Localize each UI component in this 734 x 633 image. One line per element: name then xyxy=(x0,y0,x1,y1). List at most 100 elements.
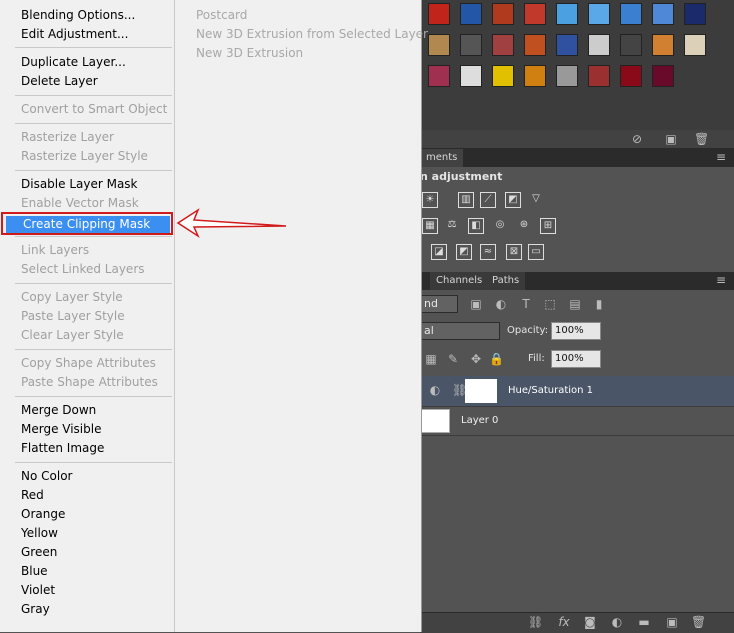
style-swatch[interactable] xyxy=(524,3,546,25)
menu-item-yellow[interactable]: Yellow xyxy=(21,524,58,543)
panel-menu-icon[interactable]: ≡ xyxy=(714,273,728,287)
style-swatch[interactable] xyxy=(492,34,514,56)
lock-pixels-icon[interactable]: ▦ xyxy=(424,352,438,366)
vibrance-icon[interactable]: ▦ xyxy=(422,218,438,234)
invert-icon[interactable]: ◪ xyxy=(431,244,447,260)
trash-icon[interactable]: 🗑 xyxy=(694,132,709,146)
clear-style-icon[interactable]: ⊘ xyxy=(630,132,644,146)
new-layer-icon[interactable]: ▣ xyxy=(665,615,679,629)
fill-field[interactable]: 100% xyxy=(551,350,601,368)
lock-paint-icon[interactable]: ✎ xyxy=(446,352,460,366)
style-swatch[interactable] xyxy=(684,34,706,56)
link-icon[interactable]: ⛓ xyxy=(452,383,467,397)
menu-item-disable-layer-mask[interactable]: Disable Layer Mask xyxy=(21,175,138,194)
folder-icon[interactable]: ▬ xyxy=(637,615,651,629)
style-swatch[interactable] xyxy=(492,3,514,25)
tab-adjustments[interactable]: ments xyxy=(420,149,464,167)
tab-channels[interactable]: Channels xyxy=(430,272,489,290)
shape-filter-icon[interactable]: ⬚ xyxy=(543,297,557,311)
new-style-icon[interactable]: ▣ xyxy=(664,132,678,146)
style-swatch[interactable] xyxy=(428,34,450,56)
exposure-icon[interactable]: ◩ xyxy=(505,192,521,208)
channel-mixer-icon[interactable]: ⊛ xyxy=(516,218,532,234)
menu-item-green[interactable]: Green xyxy=(21,543,57,562)
style-swatch[interactable] xyxy=(620,65,642,87)
style-swatch[interactable] xyxy=(460,34,482,56)
menu-item-merge-down[interactable]: Merge Down xyxy=(21,401,96,420)
menu-item-create-clipping-mask[interactable]: Create Clipping Mask xyxy=(23,215,150,234)
style-swatch[interactable] xyxy=(588,34,610,56)
adjustment-icon[interactable]: ◐ xyxy=(610,615,624,629)
layer-row-hue-saturation[interactable]: ◐ ⛓ Hue/Saturation 1 xyxy=(420,376,734,406)
style-swatch[interactable] xyxy=(428,65,450,87)
style-swatch[interactable] xyxy=(652,34,674,56)
menu-item-blue[interactable]: Blue xyxy=(21,562,48,581)
balance-icon[interactable]: ⚖ xyxy=(444,218,460,234)
layer-name[interactable]: Hue/Saturation 1 xyxy=(508,385,593,396)
brightness-icon[interactable]: ☀ xyxy=(422,192,438,208)
menu-item-merge-visible[interactable]: Merge Visible xyxy=(21,420,101,439)
posterize-icon[interactable]: ◩ xyxy=(456,244,472,260)
color-lookup-icon[interactable]: ⊞ xyxy=(540,218,556,234)
filter-kind-select[interactable]: nd xyxy=(420,295,458,313)
style-swatch[interactable] xyxy=(620,3,642,25)
submenu-item-postcard: Postcard xyxy=(196,8,248,22)
menu-item-orange[interactable]: Orange xyxy=(21,505,65,524)
style-swatch[interactable] xyxy=(684,3,706,25)
mask-icon[interactable]: ◙ xyxy=(583,615,597,629)
menu-item-blending-options[interactable]: Blending Options... xyxy=(21,6,135,25)
menu-item-rasterize-layer-style: Rasterize Layer Style xyxy=(21,149,148,163)
layers-panel: nd ▣ ◐ T ⬚ ▤ ▮ al Opacity: 100% ▦ ✎ ✥ 🔒 … xyxy=(420,290,734,612)
menu-item-paste-shape-attributes: Paste Shape Attributes xyxy=(21,375,158,389)
menu-item-delete-layer[interactable]: Delete Layer xyxy=(21,72,98,91)
menu-item-violet[interactable]: Violet xyxy=(21,581,55,600)
style-swatch[interactable] xyxy=(524,34,546,56)
style-swatch[interactable] xyxy=(556,3,578,25)
menu-item-duplicate-layer[interactable]: Duplicate Layer... xyxy=(21,53,126,72)
link-icon[interactable]: ⛓ xyxy=(528,615,543,629)
selective-color-icon[interactable]: ⊠ xyxy=(506,244,522,260)
menu-item-no-color[interactable]: No Color xyxy=(21,467,72,486)
adjustment-filter-icon[interactable]: ◐ xyxy=(494,297,508,311)
menu-item-flatten-image[interactable]: Flatten Image xyxy=(21,439,104,458)
photo-filter-icon[interactable]: ◎ xyxy=(492,218,508,234)
style-swatch[interactable] xyxy=(460,3,482,25)
fx-icon[interactable]: fx xyxy=(557,615,571,629)
image-filter-icon[interactable]: ▣ xyxy=(469,297,483,311)
layer-row-layer-0[interactable]: Layer 0 xyxy=(420,406,734,436)
style-swatch[interactable] xyxy=(588,65,610,87)
smart-object-filter-icon[interactable]: ▤ xyxy=(568,297,582,311)
trash-icon[interactable]: 🗑 xyxy=(691,615,706,629)
levels-icon[interactable]: ▥ xyxy=(458,192,474,208)
style-swatch[interactable] xyxy=(524,65,546,87)
blend-mode-select[interactable]: al xyxy=(420,322,500,340)
filter-toggle-icon[interactable]: ▮ xyxy=(592,297,606,311)
style-swatch[interactable] xyxy=(428,3,450,25)
tab-paths[interactable]: Paths xyxy=(486,272,526,290)
panel-menu-icon[interactable]: ≡ xyxy=(714,150,728,164)
style-swatch[interactable] xyxy=(492,65,514,87)
gradient-icon[interactable]: ▭ xyxy=(528,244,544,260)
opacity-field[interactable]: 100% xyxy=(551,322,601,340)
gradient-map-icon[interactable]: ▽ xyxy=(528,192,544,208)
menu-item-edit-adjustment[interactable]: Edit Adjustment... xyxy=(21,25,128,44)
style-swatch[interactable] xyxy=(588,3,610,25)
lock-position-icon[interactable]: ✥ xyxy=(469,352,483,366)
layer-mask-thumbnail[interactable] xyxy=(465,379,497,403)
type-filter-icon[interactable]: T xyxy=(519,297,533,311)
bw-icon[interactable]: ◧ xyxy=(468,218,484,234)
curves-icon[interactable]: ⟋ xyxy=(480,192,496,208)
menu-separator xyxy=(15,123,172,124)
style-swatch[interactable] xyxy=(460,65,482,87)
style-swatch[interactable] xyxy=(652,3,674,25)
threshold-icon[interactable]: ≈ xyxy=(480,244,496,260)
style-swatch[interactable] xyxy=(556,34,578,56)
layer-name[interactable]: Layer 0 xyxy=(461,415,498,426)
style-swatch[interactable] xyxy=(556,65,578,87)
lock-all-icon[interactable]: 🔒 xyxy=(489,352,504,366)
style-swatch[interactable] xyxy=(652,65,674,87)
menu-separator xyxy=(15,236,172,237)
menu-item-red[interactable]: Red xyxy=(21,486,44,505)
style-swatch[interactable] xyxy=(620,34,642,56)
menu-item-gray[interactable]: Gray xyxy=(21,600,50,619)
